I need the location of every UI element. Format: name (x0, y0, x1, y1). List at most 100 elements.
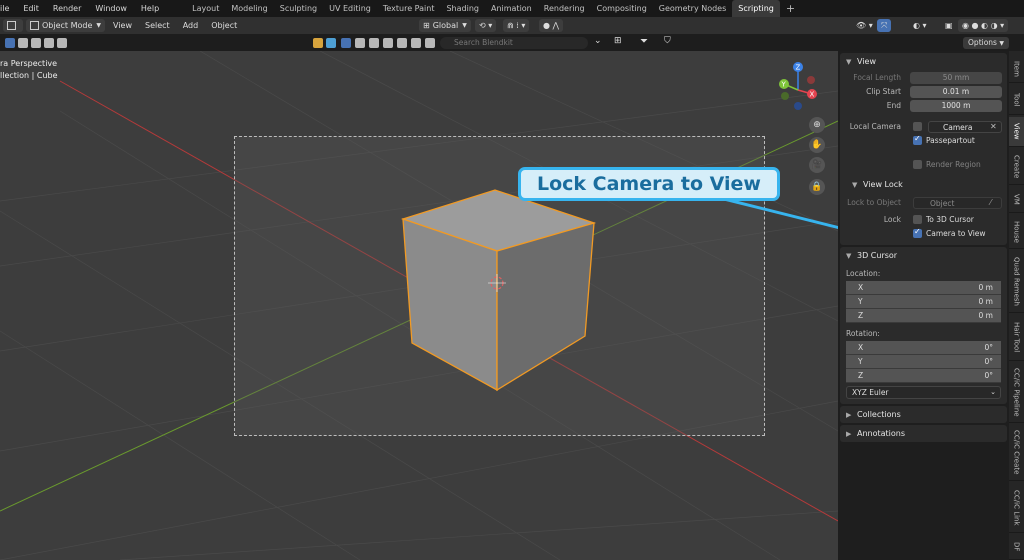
side-tab-label: CC/iC Link (1012, 489, 1021, 526)
snap-button[interactable]: ⋒ ⁞ ▾ (503, 19, 530, 32)
menu-render[interactable]: Render (46, 0, 88, 17)
viewport-header: Object Mode ▼ View Select Add Object ⊞ G… (0, 17, 1024, 34)
side-tab-hair-tool[interactable]: Hair Tool (1009, 315, 1024, 361)
3d-viewport[interactable]: ra Perspective llection | Cube Z X Y ⊕ ✋… (0, 51, 838, 560)
blendkit-search-input[interactable]: Search Blendkit (440, 37, 588, 49)
tab-texture-paint[interactable]: Texture Paint (377, 0, 441, 17)
local-camera-checkbox[interactable] (913, 122, 922, 131)
menu-add[interactable]: Add (178, 19, 204, 32)
side-tab-item[interactable]: Item (1009, 55, 1024, 83)
location-y-field[interactable]: Y 0 m (846, 295, 1001, 309)
clip-end-row: End 1000 m (840, 99, 1007, 113)
blendkit-logo-icon[interactable] (313, 37, 323, 48)
tab-uv-editing[interactable]: UV Editing (323, 0, 377, 17)
rotation-x-field[interactable]: X 0° (846, 341, 1001, 355)
editor-type-button[interactable] (3, 19, 23, 32)
side-tab-cc-pipeline[interactable]: CC/iC Pipeline (1009, 363, 1024, 423)
select-invert-icon[interactable] (44, 37, 54, 48)
focal-length-field[interactable]: 50 mm (910, 72, 1002, 84)
menu-view[interactable]: View (108, 19, 137, 32)
clip-end-field[interactable]: 1000 m (910, 100, 1002, 112)
side-tab-view[interactable]: View (1009, 117, 1024, 147)
rotation-y-field[interactable]: Y 0° (846, 355, 1001, 369)
side-tab-house[interactable]: House (1009, 215, 1024, 249)
select-subtract-icon[interactable] (31, 37, 41, 48)
eyedropper-icon[interactable]: ⁄ (990, 198, 991, 207)
visibility-button[interactable]: 👁 ▾ (851, 19, 878, 32)
side-tab-create[interactable]: Create (1009, 149, 1024, 185)
annotations-title: Annotations (857, 429, 906, 438)
tab-scripting[interactable]: Scripting (732, 0, 780, 17)
tab-modeling[interactable]: Modeling (225, 0, 273, 17)
to-3d-cursor-checkbox[interactable] (913, 215, 922, 224)
view-panel-title: View (857, 57, 876, 66)
menu-object[interactable]: Object (206, 19, 242, 32)
chevron-down-icon: ⌄ (990, 388, 996, 396)
tab-sculpting[interactable]: Sculpting (274, 0, 323, 17)
menu-edit[interactable]: Edit (16, 0, 46, 17)
annotations-header[interactable]: ▶ Annotations (840, 425, 1007, 442)
side-tab-df[interactable]: DF (1009, 535, 1024, 560)
chevron-down-icon: ▼ (462, 22, 467, 29)
menu-help[interactable]: Help (134, 0, 166, 17)
xray-button[interactable]: ▣ (940, 19, 958, 32)
menu-file[interactable]: ile (0, 0, 16, 17)
filter-icon[interactable]: ⏷ (640, 36, 648, 47)
blendkit-model-icon[interactable] (341, 37, 351, 48)
render-region-checkbox[interactable] (913, 160, 922, 169)
side-tab-cc-link[interactable]: CC/iC Link (1009, 483, 1024, 533)
tab-compositing[interactable]: Compositing (591, 0, 653, 17)
rotation-z-field[interactable]: Z 0° (846, 369, 1001, 383)
rotation-mode-dropdown[interactable]: XYZ Euler ⌄ (846, 386, 1001, 399)
blendkit-cube-icon[interactable] (326, 37, 336, 48)
side-tab-quad-remesh[interactable]: Quad Remesh (1009, 251, 1024, 313)
select-intersect-icon[interactable] (57, 37, 67, 48)
passepartout-checkbox[interactable] (913, 134, 922, 145)
blendkit-brush-icon[interactable] (397, 37, 407, 48)
view-panel-header[interactable]: ▼ View (840, 53, 1007, 70)
proportional-edit-button[interactable]: ● ⋀ (539, 19, 564, 32)
collections-header[interactable]: ▶ Collections (840, 406, 1007, 423)
shield-icon[interactable]: ⛉ (664, 36, 671, 46)
asset-bar-icon[interactable]: ⌄ (594, 36, 602, 46)
side-tab-label: Item (1012, 60, 1021, 77)
shading-modes[interactable]: ◉ ● ◐ ◑ ▾ (958, 19, 1009, 32)
side-tab-label: CC/iC Pipeline (1012, 368, 1021, 417)
tab-rendering[interactable]: Rendering (538, 0, 591, 17)
tab-layout[interactable]: Layout (186, 0, 225, 17)
3d-cursor-header[interactable]: ▼ 3D Cursor (840, 247, 1007, 264)
blendkit-nodegroup-icon[interactable] (411, 37, 421, 48)
axis-label: Z (858, 311, 864, 320)
clip-start-label: Clip Start (866, 87, 901, 96)
side-tab-tool[interactable]: Tool (1009, 85, 1024, 115)
camera-to-view-checkbox[interactable] (913, 227, 922, 238)
mode-dropdown[interactable]: Object Mode ▼ (26, 19, 106, 32)
tab-shading[interactable]: Shading (440, 0, 485, 17)
add-workspace-button[interactable]: + (780, 0, 801, 17)
side-tab-vm[interactable]: VM (1009, 187, 1024, 213)
transform-orientation-dropdown[interactable]: ⊞ Global ▼ (419, 19, 471, 32)
lock-to-object-field[interactable]: Object (913, 197, 1002, 209)
blendkit-hdr-icon[interactable] (369, 37, 379, 48)
select-box-icon[interactable] (5, 37, 15, 48)
clip-start-field[interactable]: 0.01 m (910, 86, 1002, 98)
overlay-button[interactable]: ◐ ▾ (908, 19, 932, 32)
main-menu: ile Edit Render Window Help (0, 0, 166, 17)
close-icon[interactable]: ✕ (990, 122, 997, 131)
blendkit-material-icon[interactable] (355, 37, 365, 48)
menu-select[interactable]: Select (140, 19, 175, 32)
location-z-field[interactable]: Z 0 m (846, 309, 1001, 323)
select-extend-icon[interactable] (18, 37, 28, 48)
blendkit-print-icon[interactable] (425, 37, 435, 48)
options-dropdown[interactable]: Options ▼ (963, 37, 1009, 49)
tab-animation[interactable]: Animation (485, 0, 538, 17)
grid-icon[interactable]: ⊞ (614, 36, 622, 46)
menu-window[interactable]: Window (88, 0, 134, 17)
blendkit-scene-icon[interactable] (383, 37, 393, 48)
tab-geometry-nodes[interactable]: Geometry Nodes (653, 0, 732, 17)
pivot-point-button[interactable]: ⟲ ▾ (475, 19, 497, 32)
gizmo-toggle-button[interactable]: ⤧ (877, 19, 892, 32)
side-tab-cc-create[interactable]: CC/iC Create (1009, 425, 1024, 481)
location-x-field[interactable]: X 0 m (846, 281, 1001, 295)
view-lock-header[interactable]: ▼ View Lock (840, 176, 1007, 193)
